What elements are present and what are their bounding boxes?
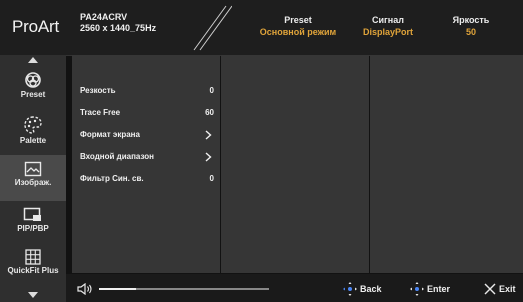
preset-icon (25, 72, 41, 88)
chevron-right-icon (205, 152, 212, 162)
menu-row-blue-light[interactable]: Фильтр Син. св. 0 (80, 172, 214, 186)
menu-row-label: Фильтр Син. св. (80, 174, 144, 183)
menu-row-sharpness[interactable]: Резкость 0 (80, 84, 214, 98)
chevron-right-icon (205, 130, 212, 140)
close-icon (484, 283, 496, 295)
sidebar-item-label: QuickFit Plus (7, 266, 59, 275)
menu-row-label: Формат экрана (80, 130, 140, 139)
sidebar: Preset Palette Изображ. PIP/PBP QuickFit… (0, 55, 66, 302)
status-preset-value: Основной режим (259, 27, 337, 37)
footer-bar: Back Enter Exit (66, 274, 523, 302)
joystick-left-icon (343, 282, 357, 296)
status-signal-title: Сигнал (372, 15, 404, 25)
sidebar-item-pip[interactable]: PIP/PBP (0, 201, 66, 247)
brand-logo: ProArt (12, 17, 59, 36)
exit-button[interactable]: Exit (483, 281, 523, 297)
sidebar-item-image[interactable]: Изображ. (0, 155, 66, 201)
menu-row-label: Резкость (80, 86, 116, 95)
joystick-press-icon (410, 282, 424, 296)
scroll-up-icon[interactable] (28, 57, 38, 63)
enter-button[interactable]: Enter (409, 281, 459, 297)
scroll-down-icon[interactable] (28, 292, 38, 298)
status-brightness-title: Яркость (452, 15, 490, 25)
header-divider-icon (193, 5, 232, 51)
menu-row-aspect[interactable]: Формат экрана (80, 128, 214, 142)
status-brightness-value: 50 (465, 27, 476, 37)
sidebar-item-quickfit[interactable]: QuickFit Plus (0, 245, 66, 291)
status-brightness: Яркость 50 (440, 14, 502, 38)
sidebar-item-label: Изображ. (14, 178, 52, 187)
menu-row-input-range[interactable]: Входной диапазон (80, 150, 214, 164)
pip-icon (23, 207, 41, 221)
volume-slider-fill (99, 288, 137, 290)
model-info: PA24ACRV 2560 x 1440_75Hz (80, 12, 156, 34)
back-button[interactable]: Back (342, 281, 390, 297)
status-preset: Preset Основной режим (258, 14, 338, 38)
grid-icon (25, 249, 41, 265)
status-signal-value: DisplayPort (362, 27, 413, 37)
sidebar-item-preset[interactable]: Preset (0, 67, 66, 113)
menu-row-value: 0 (209, 86, 214, 95)
image-icon (24, 161, 42, 177)
enter-label: Enter (427, 284, 451, 294)
menu-column-detail (370, 55, 523, 273)
palette-icon (24, 116, 42, 134)
menu-column-sub (221, 55, 369, 273)
menu-column-main: Резкость 0 Trace Free 60 Формат экрана В… (72, 55, 220, 273)
back-label: Back (360, 284, 382, 294)
exit-label: Exit (499, 284, 516, 294)
menu-row-value: 0 (209, 174, 214, 183)
menu-row-trace-free[interactable]: Trace Free 60 (80, 106, 214, 120)
header-bar: ProArt PA24ACRV 2560 x 1440_75Hz Preset … (0, 0, 523, 56)
sidebar-item-palette[interactable]: Palette (0, 111, 66, 157)
sidebar-item-label: Palette (19, 136, 47, 145)
menu-row-label: Trace Free (80, 108, 121, 117)
menu-row-value: 60 (205, 108, 214, 117)
model-name: PA24ACRV (80, 12, 128, 22)
resolution-text: 2560 x 1440_75Hz (80, 23, 157, 33)
status-preset-title: Preset (284, 15, 312, 25)
volume-icon (77, 283, 92, 295)
status-signal: Сигнал DisplayPort (356, 14, 420, 38)
menu-row-label: Входной диапазон (80, 152, 154, 161)
sidebar-item-label: PIP/PBP (17, 224, 49, 233)
sidebar-item-label: Preset (20, 90, 46, 99)
osd-window: ProArt PA24ACRV 2560 x 1440_75Hz Preset … (0, 0, 523, 302)
volume-slider[interactable] (99, 288, 269, 290)
